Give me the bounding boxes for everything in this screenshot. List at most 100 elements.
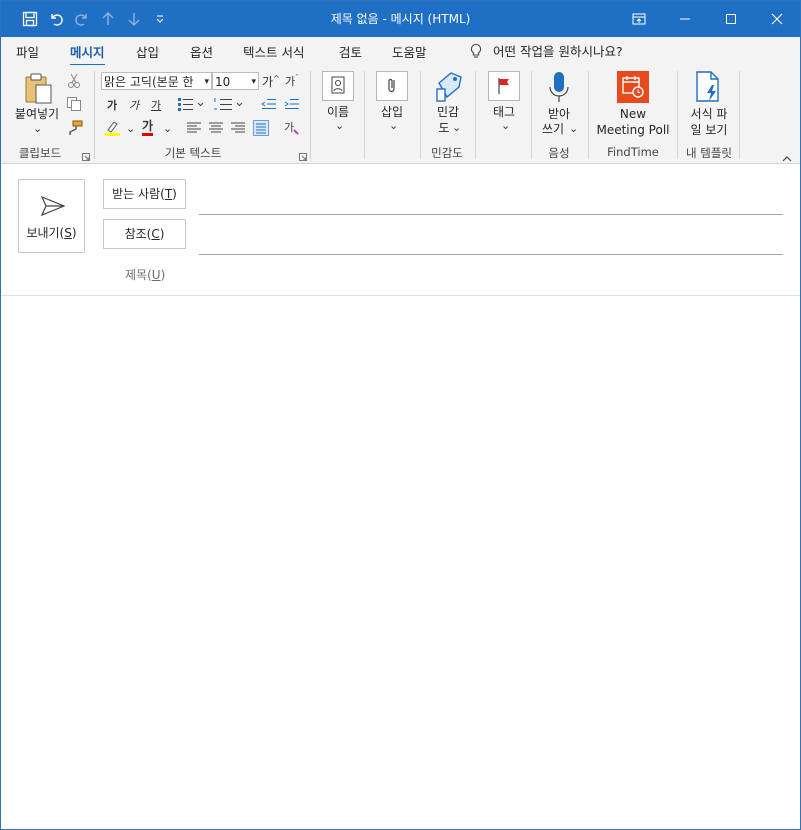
ribbon-display-icon: [632, 13, 646, 25]
separator: [420, 71, 421, 159]
minimize-button[interactable]: [662, 1, 708, 37]
highlight-button[interactable]: [104, 120, 122, 139]
tab-review[interactable]: 검토: [339, 42, 362, 61]
subject-label: 제목(U): [125, 266, 165, 283]
bold-button[interactable]: 가: [107, 97, 117, 113]
dictate-label-line1: 받아: [547, 107, 571, 121]
tab-options[interactable]: 옵션: [190, 42, 213, 61]
send-icon: [41, 196, 65, 216]
bullets-button[interactable]: [178, 97, 204, 114]
justify-icon: [253, 120, 269, 136]
underline-button[interactable]: 가: [151, 97, 161, 113]
names-dropdown[interactable]: ⌄: [335, 119, 344, 132]
tags-dropdown[interactable]: ⌄: [501, 119, 510, 132]
next-item-button[interactable]: [121, 1, 147, 37]
tab-message[interactable]: 메시지: [70, 42, 105, 67]
lightbulb-icon: [470, 43, 482, 58]
align-center-icon: [209, 122, 223, 133]
new-meeting-poll-button[interactable]: [617, 71, 649, 106]
font-size-combo[interactable]: 10 ▾: [212, 72, 259, 90]
subject-input[interactable]: [199, 259, 783, 289]
increase-indent-icon: [284, 99, 299, 109]
numbering-button[interactable]: [214, 97, 246, 114]
cc-button[interactable]: 참조(C): [103, 219, 186, 249]
sensitivity-label-line1: 민감: [436, 105, 460, 119]
italic-button[interactable]: 가: [129, 97, 139, 113]
bullet-list-icon: [178, 98, 204, 111]
view-templates-button[interactable]: [695, 71, 723, 106]
decrease-indent-button[interactable]: [261, 97, 277, 114]
templates-group-label: 내 템플릿: [686, 146, 732, 160]
sensitivity-button[interactable]: [435, 71, 465, 106]
cc-close-paren: ): [159, 227, 165, 241]
close-icon: [771, 13, 783, 25]
tab-insert[interactable]: 삽입: [136, 42, 159, 61]
subject-accelerator-key: U: [151, 268, 161, 282]
increase-indent-button[interactable]: [284, 97, 300, 114]
sensitivity-dropdown[interactable]: ⌄: [452, 121, 461, 134]
dialog-launcher-icon: [299, 153, 307, 161]
font-name-combo[interactable]: 맑은 고딕(본문 한 ▾: [101, 72, 212, 90]
save-button[interactable]: [17, 1, 43, 37]
include-label: 삽입: [380, 105, 404, 119]
highlight-dropdown[interactable]: ⌄: [126, 122, 135, 135]
subject-label-text: 제목(: [125, 268, 152, 282]
send-close-paren: ): [71, 226, 77, 240]
collapse-ribbon-button[interactable]: [782, 151, 792, 165]
close-button[interactable]: [754, 1, 800, 37]
justify-button[interactable]: [253, 120, 269, 139]
redo-button[interactable]: [69, 1, 95, 37]
address-book-button[interactable]: [322, 71, 354, 104]
clipboard-dialog-launcher[interactable]: [82, 150, 90, 161]
paste-button[interactable]: [23, 72, 55, 109]
ribbon-display-options-button[interactable]: [616, 1, 662, 37]
format-painter-button[interactable]: [66, 120, 83, 139]
dialog-launcher-icon: [82, 153, 90, 161]
flag-icon: [488, 71, 520, 101]
send-button[interactable]: 보내기(S): [18, 179, 85, 253]
undo-button[interactable]: [43, 1, 69, 37]
font-color-dropdown[interactable]: ⌄: [163, 122, 172, 135]
cut-button[interactable]: [67, 73, 81, 92]
grow-font-button[interactable]: 가^: [262, 73, 280, 90]
svg-text:가: 가: [284, 121, 294, 134]
title-bar: 제목 없음 - 메시지 (HTML): [1, 1, 800, 37]
cc-label: 참조(: [124, 227, 152, 241]
grow-font-glyph: 가: [262, 75, 274, 89]
include-dropdown[interactable]: ⌄: [389, 119, 398, 132]
shrink-font-button[interactable]: 가ˇ: [285, 73, 299, 89]
tab-file[interactable]: 파일: [16, 42, 39, 61]
highlighter-icon: [105, 121, 120, 136]
tags-button[interactable]: [488, 71, 520, 104]
save-icon: [22, 11, 38, 27]
basic-text-group-label: 기본 텍스트: [164, 146, 222, 160]
tab-help[interactable]: 도움말: [392, 42, 427, 61]
maximize-button[interactable]: [708, 1, 754, 37]
dictate-dropdown[interactable]: ⌄: [569, 122, 578, 135]
tab-format-text[interactable]: 텍스트 서식: [243, 42, 304, 61]
tell-me-search[interactable]: 어떤 작업을 원하시나요?: [469, 41, 623, 60]
clear-formatting-button[interactable]: 가: [283, 120, 301, 139]
cc-input[interactable]: [199, 254, 783, 255]
separator: [588, 71, 589, 159]
dictate-button[interactable]: [548, 71, 570, 108]
attach-file-button[interactable]: [376, 71, 408, 104]
align-left-button[interactable]: [187, 122, 201, 137]
to-button[interactable]: 받는 사람(T): [103, 179, 186, 209]
basic-text-dialog-launcher[interactable]: [299, 150, 307, 161]
align-right-button[interactable]: [231, 122, 245, 137]
undo-icon: [51, 14, 63, 26]
chevron-down-icon: ▾: [251, 77, 256, 87]
align-center-button[interactable]: [209, 122, 223, 137]
separator: [475, 71, 476, 159]
findtime-calendar-icon: [617, 71, 649, 103]
to-input[interactable]: [199, 214, 783, 215]
customize-qat-button[interactable]: [147, 1, 173, 37]
address-book-icon: [322, 71, 354, 101]
paste-dropdown-arrow[interactable]: ⌄: [33, 122, 42, 135]
copy-button[interactable]: [66, 96, 82, 115]
subject-close-paren: ): [160, 268, 166, 282]
font-color-button[interactable]: 가: [142, 120, 154, 136]
previous-item-button[interactable]: [95, 1, 121, 37]
message-body-editor[interactable]: [1, 296, 800, 829]
